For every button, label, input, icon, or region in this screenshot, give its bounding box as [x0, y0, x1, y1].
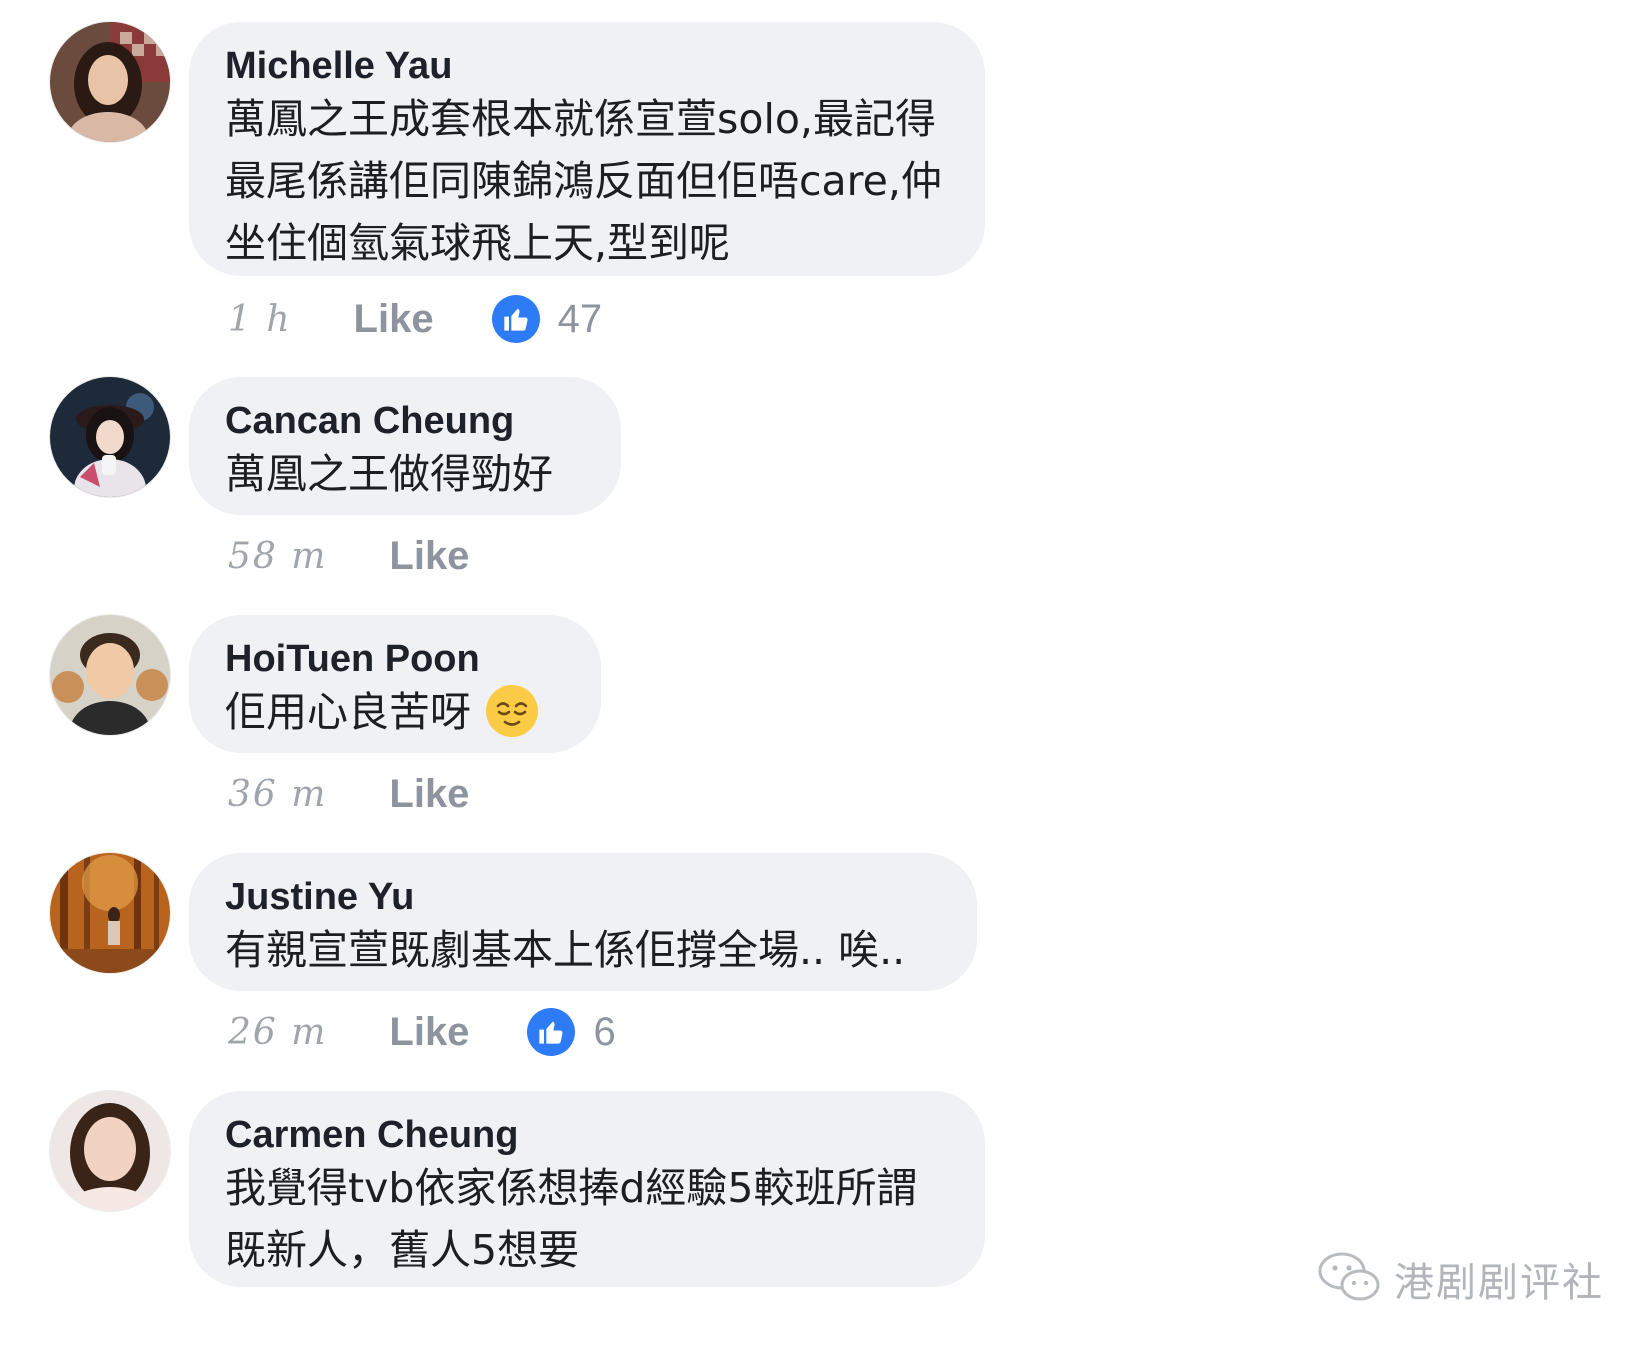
avatar[interactable] [50, 377, 170, 497]
comment-bubble: HoiTuen Poon 佢用心良苦呀 [189, 615, 601, 753]
like-button[interactable]: Like [389, 534, 469, 579]
like-button[interactable]: Like [389, 772, 469, 817]
comment-timestamp[interactable]: 58 m [228, 536, 327, 577]
comment-author[interactable]: Michelle Yau [225, 44, 945, 88]
thumbs-up-icon [491, 295, 540, 343]
comment-actions: 58 m Like [228, 531, 469, 581]
comment-bubble: Michelle Yau 萬鳳之王成套根本就係宣萱solo,最記得最尾係講佢同陳… [189, 22, 985, 276]
comment-bubble: Justine Yu 有親宣萱既劇基本上係佢撐全場.. 唉.. [189, 853, 977, 991]
comment-timestamp[interactable]: 36 m [228, 774, 327, 815]
like-button[interactable]: Like [389, 1010, 469, 1055]
avatar-image-icon [50, 615, 170, 735]
comment-actions: 36 m Like [228, 769, 469, 819]
comment-text: 萬鳳之王成套根本就係宣萱solo,最記得最尾係講佢同陳錦鴻反面但佢唔care,仲… [225, 95, 942, 267]
comment-text: 萬凰之王做得勁好 [225, 450, 553, 498]
comment-bubble: Carmen Cheung 我覺得tvb依家係想捧d經驗5較班所謂既新人，舊人5… [189, 1091, 985, 1287]
watermark-text: 港剧剧评社 [1394, 1260, 1604, 1306]
relieved-face-icon [485, 684, 539, 738]
avatar-image-icon [50, 1091, 170, 1211]
reaction-summary[interactable]: 47 [491, 295, 603, 343]
comment-text: 佢用心良苦呀 [225, 688, 471, 736]
comment-text: 有親宣萱既劇基本上係佢撐全場.. 唉.. [225, 926, 906, 974]
avatar-image-icon [50, 377, 170, 497]
like-button[interactable]: Like [354, 297, 434, 342]
watermark: 港剧剧评社 [1318, 1250, 1604, 1308]
comment-timestamp[interactable]: 1 h [228, 299, 292, 340]
reaction-summary[interactable]: 6 [527, 1008, 616, 1056]
comment-author[interactable]: HoiTuen Poon [225, 637, 561, 681]
comment-author[interactable]: Cancan Cheung [225, 399, 581, 443]
comment-author[interactable]: Justine Yu [225, 875, 937, 919]
avatar-image-icon [50, 22, 170, 142]
comment-timestamp[interactable]: 26 m [228, 1012, 327, 1053]
avatar[interactable] [50, 853, 170, 973]
thumbs-up-icon [527, 1008, 576, 1056]
comment-actions: 26 m Like 6 [228, 1007, 616, 1057]
comment-text-line: 佢用心良苦呀 [225, 681, 561, 743]
reaction-count: 6 [593, 1009, 616, 1054]
avatar[interactable] [50, 615, 170, 735]
comment-actions: 1 h Like 47 [228, 294, 602, 344]
comment-text: 我覺得tvb依家係想捧d經驗5較班所謂既新人，舊人5想要 [225, 1164, 918, 1274]
avatar-image-icon [50, 853, 170, 973]
avatar[interactable] [50, 22, 170, 142]
comment-author[interactable]: Carmen Cheung [225, 1113, 945, 1157]
reaction-count: 47 [557, 296, 603, 341]
comment-bubble: Cancan Cheung 萬凰之王做得勁好 [189, 377, 621, 515]
wechat-icon [1318, 1251, 1382, 1307]
avatar[interactable] [50, 1091, 170, 1211]
